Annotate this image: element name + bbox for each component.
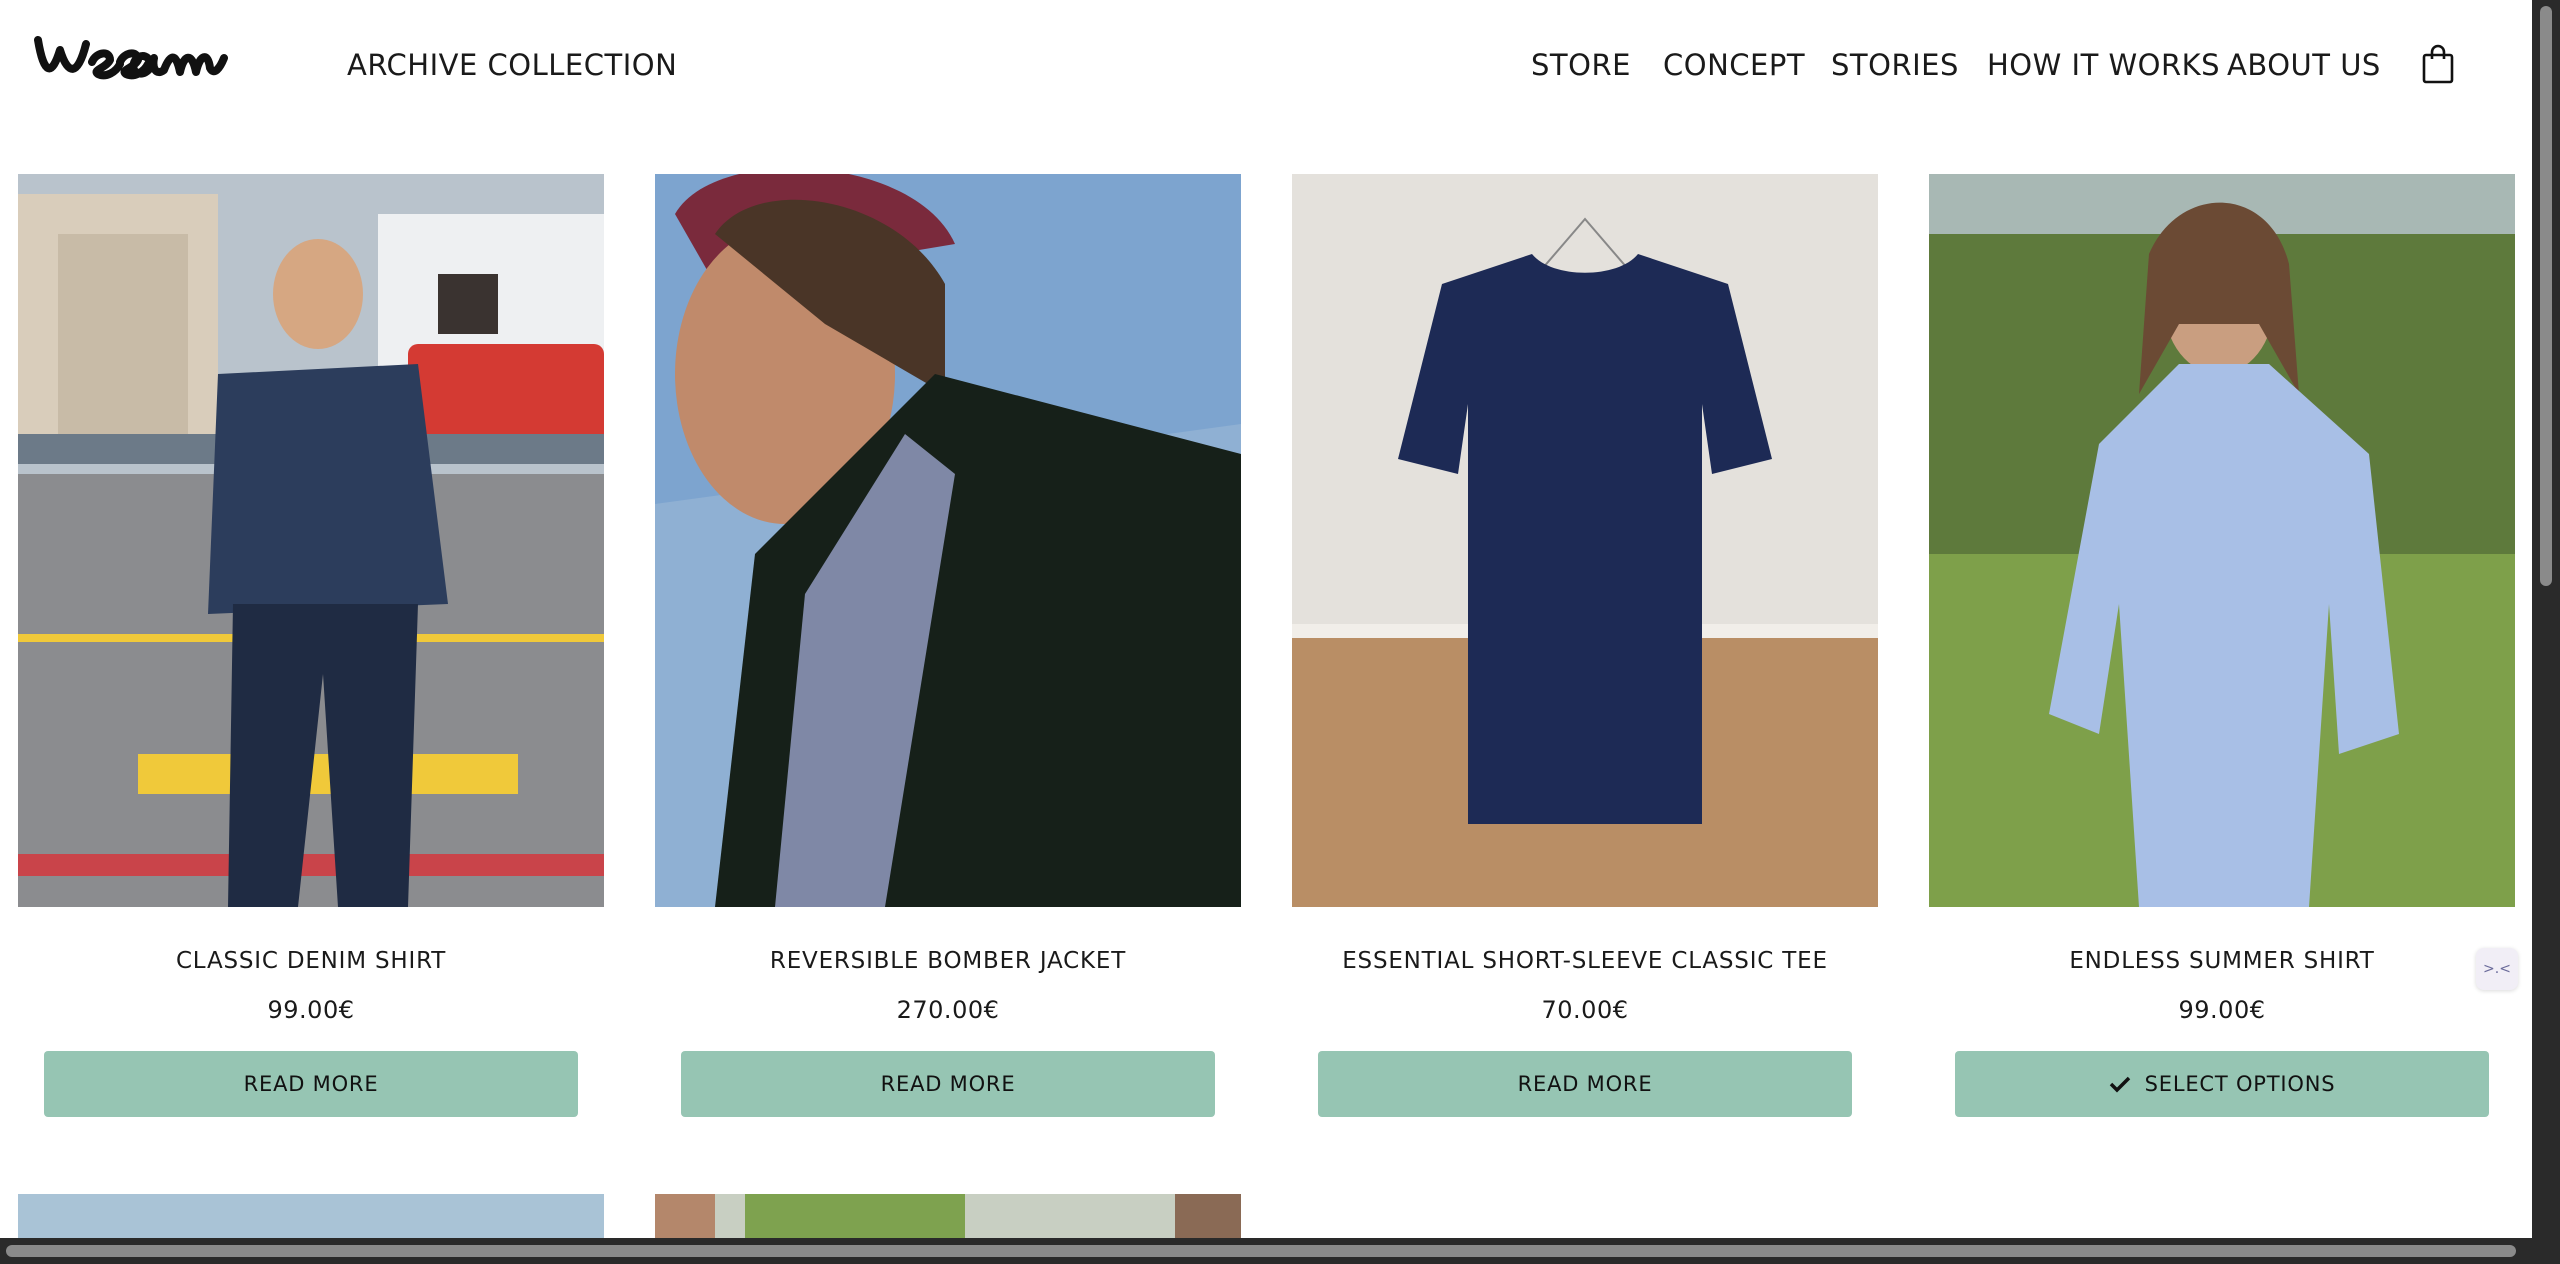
vertical-scroll-thumb[interactable] — [2540, 6, 2552, 586]
nav-about-us[interactable]: ABOUT US — [2227, 48, 2381, 82]
nav-how-it-works[interactable]: HOW IT WORKS — [1987, 48, 2220, 82]
product-image-partial[interactable] — [18, 1194, 604, 1238]
vertical-scrollbar[interactable] — [2532, 0, 2560, 1264]
shopping-bag-icon[interactable] — [2421, 44, 2455, 84]
button-label: READ MORE — [1517, 1072, 1653, 1096]
nav-store[interactable]: STORE — [1531, 48, 1631, 82]
product-image-classic-tee[interactable] — [1292, 174, 1878, 907]
product-image-partial[interactable] — [655, 1194, 1241, 1238]
horizontal-scroll-thumb[interactable] — [6, 1245, 2516, 1257]
button-label: SELECT OPTIONS — [2144, 1072, 2336, 1096]
nav-concept[interactable]: CONCEPT — [1663, 48, 1805, 82]
nav-stories[interactable]: STORIES — [1831, 48, 1959, 82]
feedback-widget-icon[interactable]: >.< — [2476, 948, 2518, 990]
select-options-button[interactable]: SELECT OPTIONS — [1955, 1051, 2489, 1117]
product-price: 99.00€ — [2178, 996, 2266, 1024]
product-image-denim-shirt[interactable] — [18, 174, 604, 907]
read-more-button[interactable]: READ MORE — [1318, 1051, 1852, 1117]
weeam-logo[interactable] — [34, 28, 314, 88]
product-name[interactable]: REVERSIBLE BOMBER JACKET — [655, 948, 1241, 974]
site-header: ARCHIVE COLLECTION STORE CONCEPT STORIES… — [0, 0, 2532, 140]
product-name[interactable]: CLASSIC DENIM SHIRT — [18, 948, 604, 974]
product-price: 99.00€ — [267, 996, 355, 1024]
product-price: 270.00€ — [896, 996, 1000, 1024]
collection-title[interactable]: ARCHIVE COLLECTION — [347, 48, 677, 82]
product-image-summer-shirt[interactable] — [1929, 174, 2515, 907]
button-label: READ MORE — [243, 1072, 379, 1096]
product-name[interactable]: ESSENTIAL SHORT-SLEEVE CLASSIC TEE — [1292, 948, 1878, 974]
read-more-button[interactable]: READ MORE — [681, 1051, 1215, 1117]
check-icon — [2109, 1076, 2130, 1093]
read-more-button[interactable]: READ MORE — [44, 1051, 578, 1117]
product-price: 70.00€ — [1541, 996, 1629, 1024]
product-name[interactable]: ENDLESS SUMMER SHIRT — [1929, 948, 2515, 974]
product-image-bomber-jacket[interactable] — [655, 174, 1241, 907]
button-label: READ MORE — [880, 1072, 1016, 1096]
horizontal-scrollbar[interactable] — [0, 1238, 2532, 1264]
